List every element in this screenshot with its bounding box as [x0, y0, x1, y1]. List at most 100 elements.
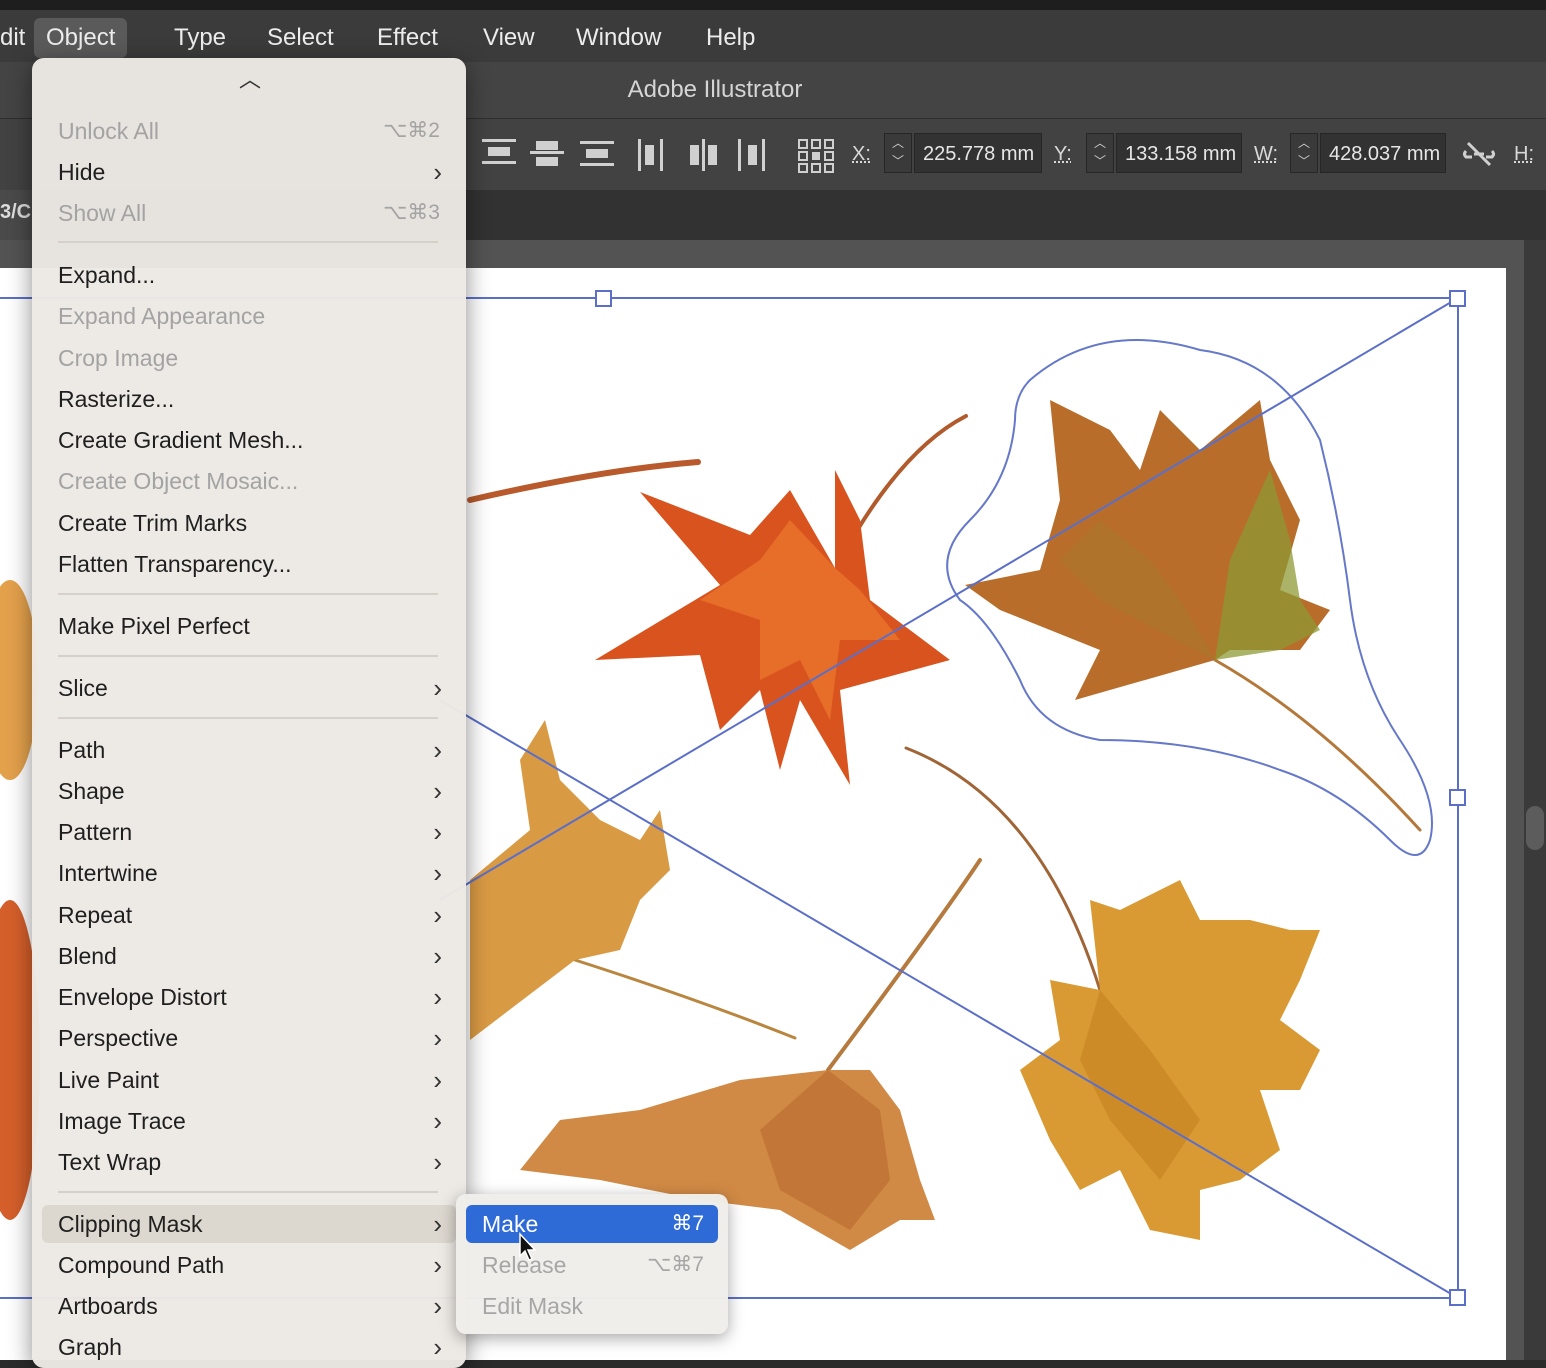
leaf-stem	[1213, 658, 1422, 832]
selection-handle[interactable]	[1449, 789, 1466, 806]
menu-item-repeat[interactable]: Repeat ›	[42, 896, 456, 934]
chevron-right-icon: ›	[433, 900, 442, 930]
menu-item-intertwine[interactable]: Intertwine ›	[42, 854, 456, 892]
menu-type[interactable]: Type	[162, 18, 238, 58]
chevron-right-icon: ›	[433, 776, 442, 806]
menu-separator	[58, 1191, 438, 1193]
submenu-item-edit-mask[interactable]: Edit Mask	[466, 1287, 718, 1325]
reference-point-icon[interactable]	[798, 139, 834, 173]
menu-item-slice[interactable]: Slice ›	[42, 669, 456, 707]
menu-edit[interactable]: dit	[0, 18, 37, 58]
h-label: H:	[1514, 143, 1534, 165]
w-field[interactable]: 428.037 mm	[1320, 133, 1446, 173]
menu-help[interactable]: Help	[694, 18, 767, 58]
submenu-item-release[interactable]: Release ⌥⌘7	[466, 1246, 718, 1284]
menu-item-blend[interactable]: Blend ›	[42, 937, 456, 975]
leaf-stem	[826, 858, 982, 1072]
menu-item-crop-image[interactable]: Crop Image	[42, 339, 456, 377]
menu-item-hide[interactable]: Hide ›	[42, 153, 456, 191]
menu-object[interactable]: Object	[34, 18, 128, 58]
leaf-stem	[904, 746, 1102, 992]
distribute-center-icon[interactable]	[686, 139, 724, 173]
x-label: X:	[852, 143, 871, 165]
curled-leaf-gold	[470, 720, 670, 1040]
menu-item-live-paint[interactable]: Live Paint ›	[42, 1061, 456, 1099]
chevron-right-icon: ›	[433, 1291, 442, 1321]
selection-handle[interactable]	[595, 290, 612, 307]
chevron-right-icon: ›	[433, 982, 442, 1012]
chevron-right-icon: ›	[433, 858, 442, 888]
distribute-left-icon[interactable]	[636, 139, 674, 173]
menu-view[interactable]: View	[471, 18, 547, 58]
menu-item-artboards[interactable]: Artboards ›	[42, 1287, 456, 1325]
menu-bar: dit Object Type Select Effect View Windo…	[0, 0, 1546, 62]
x-stepper-icon[interactable]: ︿ ﹀	[884, 133, 912, 173]
y-stepper-icon[interactable]: ︿ ﹀	[1086, 133, 1114, 173]
menu-item-flatten-transparency[interactable]: Flatten Transparency...	[42, 545, 456, 583]
leaf-stem	[467, 459, 701, 503]
submenu-item-make[interactable]: Make ⌘7	[466, 1205, 718, 1243]
constrain-proportions-icon[interactable]	[1462, 139, 1496, 169]
menu-effect[interactable]: Effect	[365, 18, 450, 58]
menu-separator	[58, 593, 438, 595]
w-label: W:	[1254, 143, 1279, 165]
vertical-scroll-thumb[interactable]	[1526, 806, 1544, 850]
chevron-right-icon: ›	[433, 1147, 442, 1177]
app-title: Adobe Illustrator	[627, 76, 803, 103]
leaf-stem	[573, 958, 797, 1040]
chevron-right-icon: ›	[433, 1209, 442, 1239]
mouse-pointer-icon	[518, 1232, 538, 1262]
menu-item-show-all[interactable]: Show All ⌥⌘3	[42, 194, 456, 232]
chevron-right-icon: ›	[433, 1106, 442, 1136]
menu-item-make-pixel-perfect[interactable]: Make Pixel Perfect	[42, 607, 456, 645]
chevron-right-icon: ›	[433, 817, 442, 847]
chevron-right-icon: ›	[433, 941, 442, 971]
menu-separator	[58, 241, 438, 243]
menu-item-expand-appearance[interactable]: Expand Appearance	[42, 297, 456, 335]
menu-item-pattern[interactable]: Pattern ›	[42, 813, 456, 851]
placeholder-diagonal-line	[439, 297, 1459, 901]
w-stepper-icon[interactable]: ︿ ﹀	[1290, 133, 1318, 173]
maple-leaf-orange	[595, 470, 950, 785]
align-top-icon[interactable]	[480, 139, 518, 173]
menu-item-create-object-mosaic[interactable]: Create Object Mosaic...	[42, 462, 456, 500]
chevron-right-icon: ›	[433, 1023, 442, 1053]
menu-separator	[58, 717, 438, 719]
menu-item-text-wrap[interactable]: Text Wrap ›	[42, 1143, 456, 1181]
menu-item-expand[interactable]: Expand...	[42, 256, 456, 294]
chevron-right-icon: ›	[433, 673, 442, 703]
menu-item-clipping-mask[interactable]: Clipping Mask ›	[42, 1205, 456, 1243]
align-bottom-icon[interactable]	[578, 139, 616, 173]
maple-leaf-gold	[1020, 880, 1320, 1240]
menu-item-perspective[interactable]: Perspective ›	[42, 1019, 456, 1057]
selection-handle[interactable]	[1449, 1289, 1466, 1306]
menu-item-compound-path[interactable]: Compound Path ›	[42, 1246, 456, 1284]
vertical-scrollbar[interactable]	[1524, 240, 1546, 1360]
chevron-right-icon: ›	[433, 1332, 442, 1362]
selection-handle[interactable]	[1449, 290, 1466, 307]
chevron-right-icon: ›	[433, 735, 442, 765]
menu-item-create-gradient-mesh[interactable]: Create Gradient Mesh...	[42, 421, 456, 459]
maple-leaf-green	[965, 400, 1330, 700]
menu-select[interactable]: Select	[255, 18, 346, 58]
y-label: Y:	[1054, 143, 1072, 165]
menu-item-create-trim-marks[interactable]: Create Trim Marks	[42, 504, 456, 542]
menu-item-rasterize[interactable]: Rasterize...	[42, 380, 456, 418]
menu-item-envelope-distort[interactable]: Envelope Distort ›	[42, 978, 456, 1016]
chevron-right-icon: ›	[433, 157, 442, 187]
clipping-mask-submenu: Make ⌘7 Release ⌥⌘7 Edit Mask	[456, 1194, 728, 1334]
chevron-right-icon: ›	[433, 1065, 442, 1095]
y-field[interactable]: 133.158 mm	[1116, 133, 1242, 173]
chevron-right-icon: ›	[433, 1250, 442, 1280]
chevron-up-icon[interactable]: ︿	[230, 62, 270, 92]
distribute-right-icon[interactable]	[734, 139, 772, 173]
menu-separator	[58, 655, 438, 657]
menu-item-path[interactable]: Path ›	[42, 731, 456, 769]
align-vertical-center-icon[interactable]	[528, 139, 566, 173]
menu-item-image-trace[interactable]: Image Trace ›	[42, 1102, 456, 1140]
x-field[interactable]: 225.778 mm	[914, 133, 1042, 173]
menu-item-graph[interactable]: Graph ›	[42, 1328, 456, 1366]
menu-item-shape[interactable]: Shape ›	[42, 772, 456, 810]
menu-item-unlock-all[interactable]: Unlock All ⌥⌘2	[42, 112, 456, 150]
menu-window[interactable]: Window	[564, 18, 673, 58]
